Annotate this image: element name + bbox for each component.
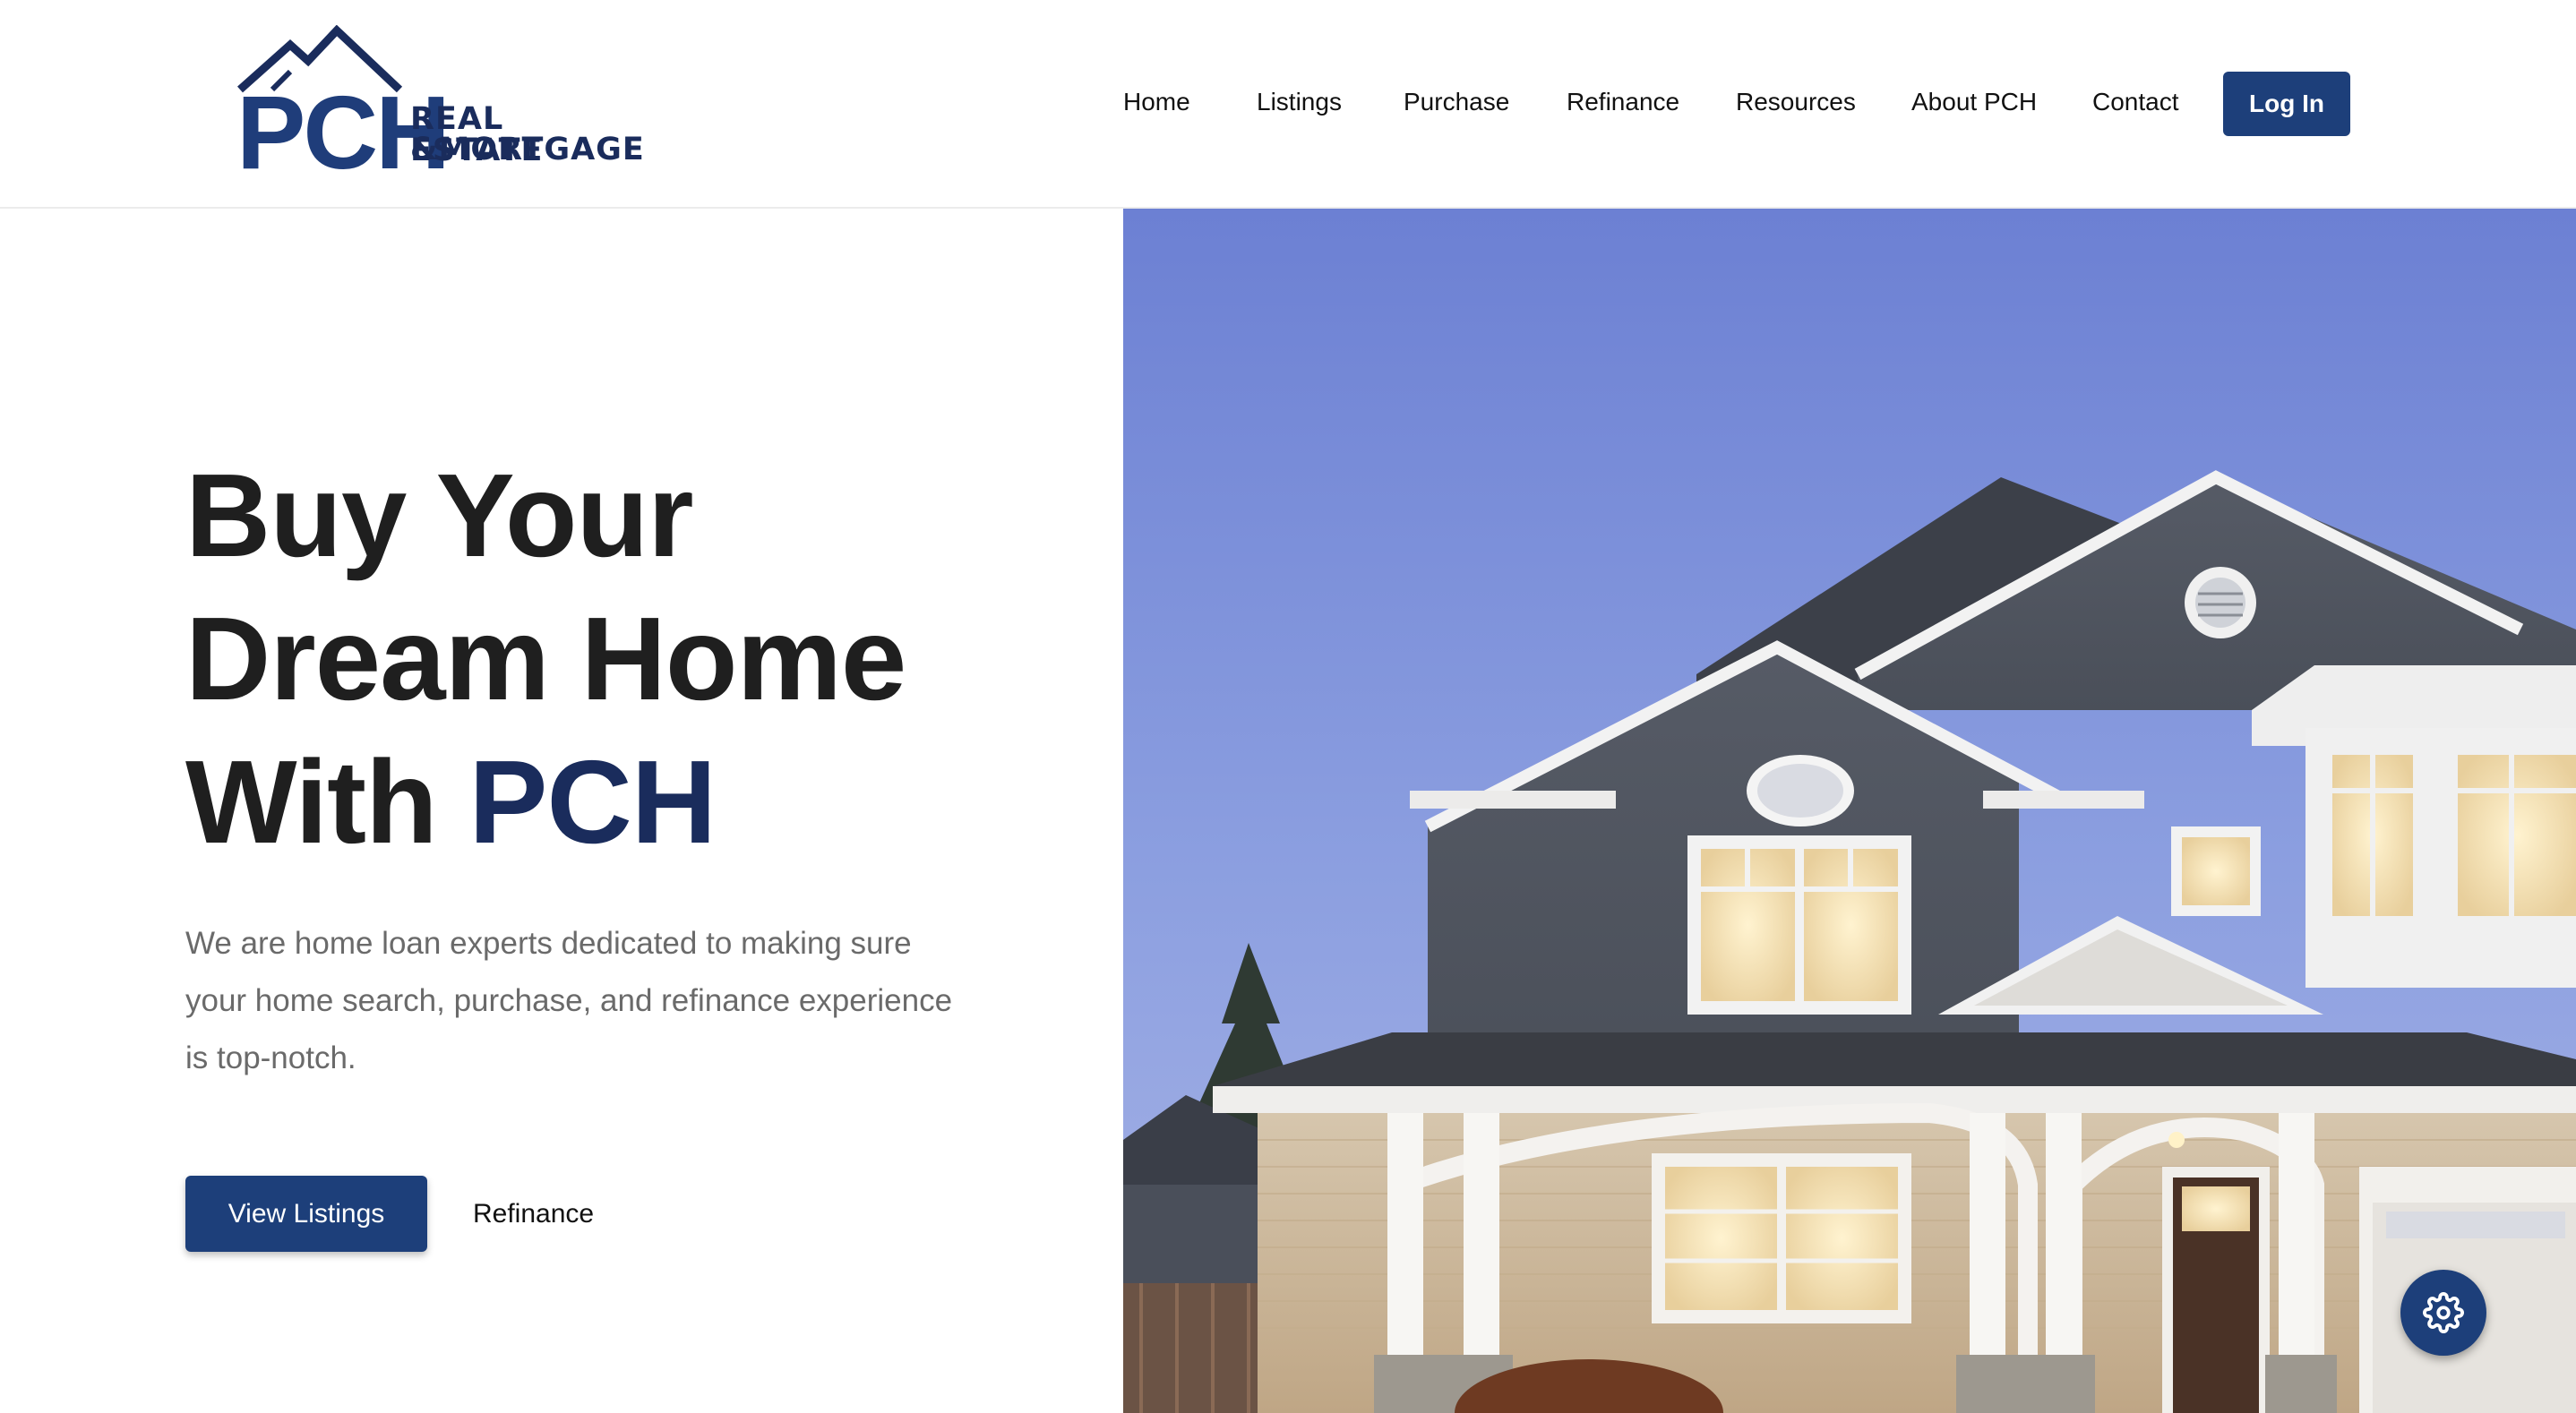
site-header: PCH REAL ESTATE &MORTGAGE Home Listings … — [0, 0, 2576, 209]
nav-refinance[interactable]: Refinance — [1567, 84, 1679, 120]
hero-house-photo — [1123, 209, 2576, 1413]
hero-title-line-3: With PCH — [185, 731, 992, 874]
logo-line-mortgage: &MORTGAGE — [410, 132, 645, 167]
gear-icon — [2423, 1292, 2464, 1333]
nav-resources[interactable]: Resources — [1736, 84, 1856, 120]
nav-contact[interactable]: Contact — [2092, 84, 2179, 120]
hero-title-line-2: Dream Home — [185, 593, 906, 724]
main-nav: Home Listings Purchase Refinance Resourc… — [0, 84, 2576, 120]
settings-fab-button[interactable] — [2400, 1270, 2486, 1356]
nav-purchase[interactable]: Purchase — [1404, 84, 1509, 120]
nav-about[interactable]: About PCH — [1911, 84, 2037, 120]
view-listings-button[interactable]: View Listings — [185, 1176, 427, 1252]
login-button[interactable]: Log In — [2223, 72, 2350, 136]
nav-listings[interactable]: Listings — [1257, 84, 1342, 120]
hero-description: We are home loan experts dedicated to ma… — [185, 926, 953, 1075]
hero-title-line-1: Buy Your — [185, 450, 694, 581]
refinance-link[interactable]: Refinance — [473, 1176, 594, 1252]
nav-home[interactable]: Home — [1123, 84, 1190, 120]
hero-title-accent: PCH — [468, 736, 717, 868]
hero-title: Buy Your Dream Home With PCH — [185, 444, 992, 874]
hero-title-prefix: With — [185, 736, 438, 868]
